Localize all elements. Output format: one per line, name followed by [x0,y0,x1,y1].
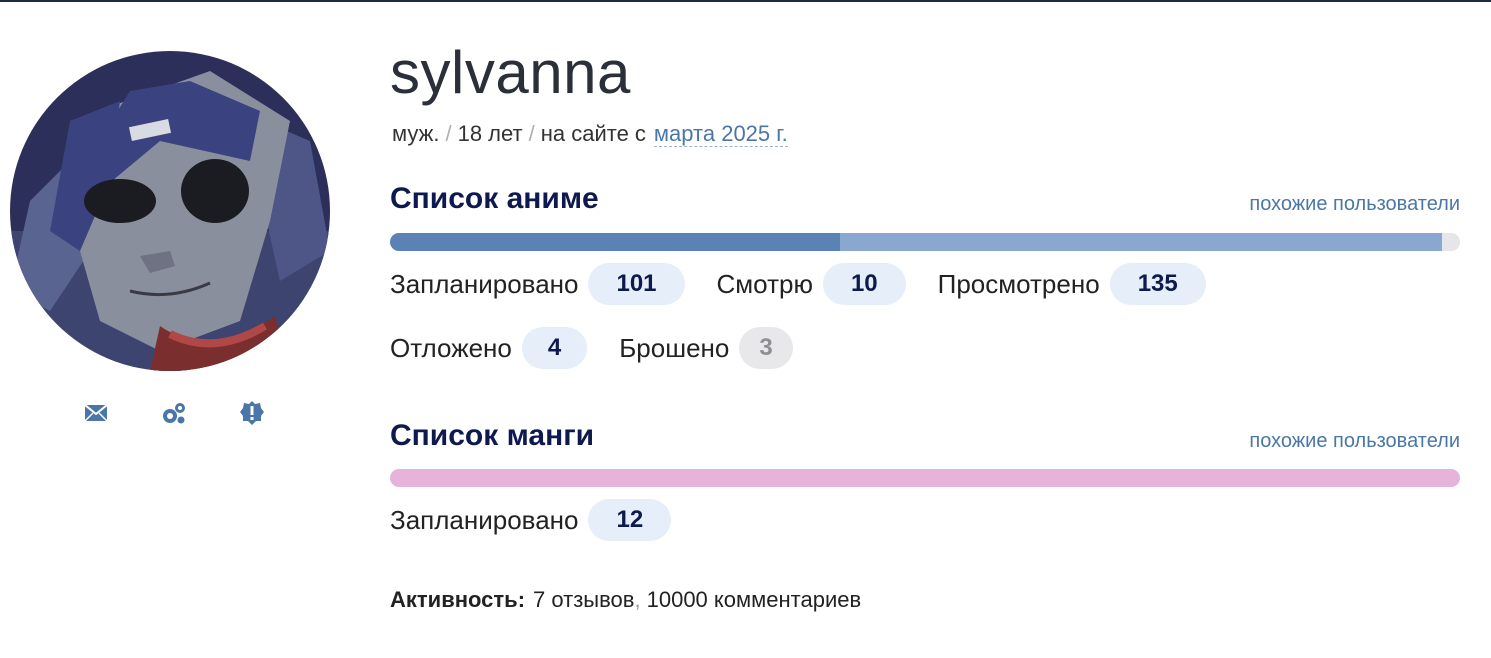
age: 18 лет [457,121,523,146]
anime-stat-watching[interactable]: Смотрю 10 [717,263,906,305]
manga-similar-users-link[interactable]: похожие пользователи [1249,430,1460,453]
stat-count-badge: 10 [822,263,906,305]
anime-bar-segment-watched [840,233,1443,251]
join-date-link[interactable]: марта 2025 г. [653,121,788,147]
anime-bar-segment-planned [390,233,841,251]
anime-stat-dropped[interactable]: Брошено 3 [619,327,793,369]
profile-main: sylvanna муж./18 лет / на сайте с марта 202… [390,0,1460,658]
stat-count-badge: 3 [739,327,793,369]
anime-stat-planned[interactable]: Запланировано 101 [390,263,685,305]
anime-stats-row-1: Запланировано 101 Смотрю 10 Просмотрено … [390,263,1238,305]
activity-label: Активность: [390,587,526,612]
comments-link[interactable]: 10000 комментариев [647,587,862,612]
manga-stat-planned[interactable]: Запланировано 12 [390,499,672,541]
anime-similar-users-link[interactable]: похожие пользователи [1249,193,1460,216]
manga-bar-segment-planned [390,469,1460,487]
gender: муж. [392,121,440,146]
manga-stats-row: Запланировано 12 [390,499,703,541]
gears-icon[interactable] [161,400,187,426]
envelope-icon[interactable] [83,400,109,426]
username: sylvanna [390,39,631,106]
activity-comma: , [634,587,641,612]
stat-label: Просмотрено [937,268,1100,299]
anime-progress-bar[interactable] [390,233,1460,251]
anime-bar-segment-rest [1442,233,1460,251]
anime-stats-row-2: Отложено 4 Брошено 3 [390,327,825,369]
activity-summary: Активность: 7 отзывов, 10000 комментариев [390,587,861,613]
stat-label: Отложено [390,332,512,363]
badge-alert-icon[interactable] [239,400,265,426]
reviews-link[interactable]: 7 отзывов [533,587,634,612]
profile-meta: муж./18 лет / на сайте с марта 2025 г. [392,121,788,147]
stat-count-badge: 4 [521,327,588,369]
stat-label: Запланировано [390,504,579,535]
stat-label: Запланировано [390,268,579,299]
meta-separator: / [528,121,535,146]
stat-label: Брошено [619,332,730,363]
stat-count-badge: 101 [588,263,685,305]
profile-actions [0,400,340,430]
anime-stat-completed[interactable]: Просмотрено 135 [938,263,1206,305]
avatar-image [10,51,330,371]
meta-separator: / [445,121,452,146]
avatar[interactable] [10,51,330,371]
anime-list-title[interactable]: Список аниме [390,182,599,216]
stat-count-badge: 12 [588,499,672,541]
stat-count-badge: 135 [1109,263,1206,305]
manga-list-title[interactable]: Список манги [390,419,594,453]
manga-progress-bar[interactable] [390,469,1460,487]
stat-label: Смотрю [716,268,813,299]
anime-stat-on-hold[interactable]: Отложено 4 [390,327,588,369]
on-site-label: на сайте с [540,121,646,146]
